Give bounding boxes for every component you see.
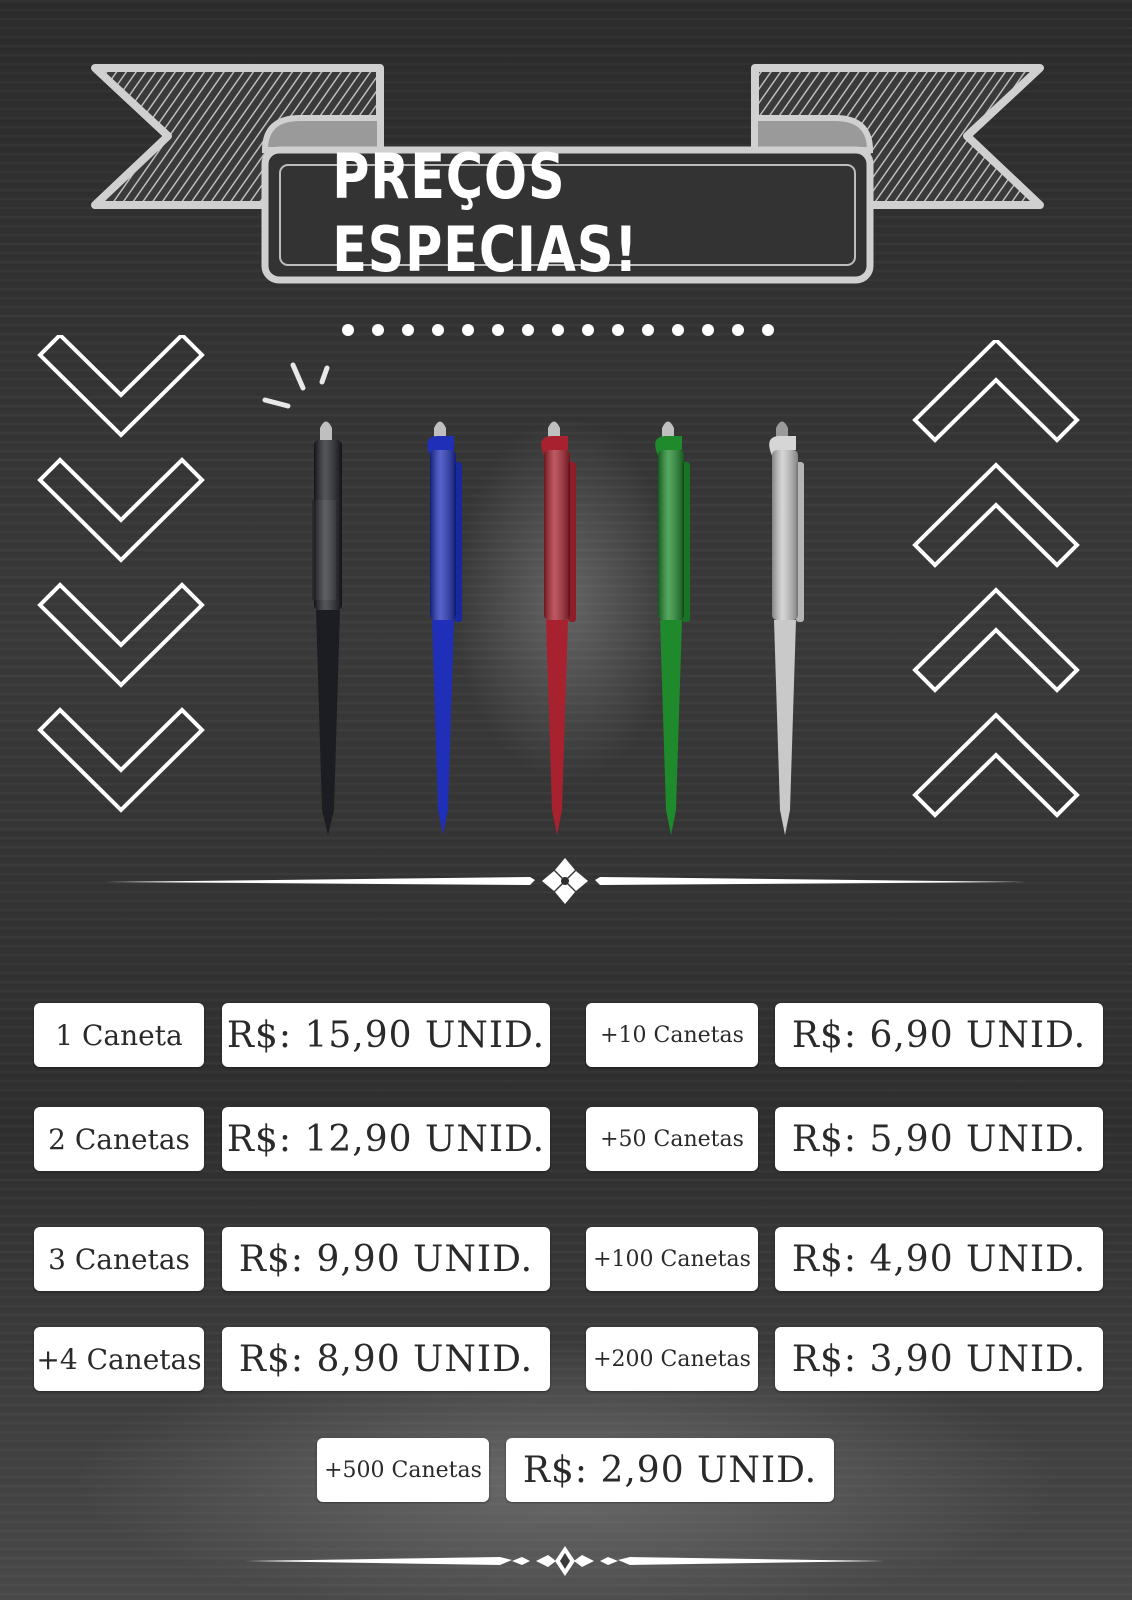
quantity-box: 2 Canetas bbox=[34, 1107, 204, 1171]
quantity-box: +10 Canetas bbox=[586, 1003, 758, 1067]
price-box: R$: 15,90 UNID. bbox=[222, 1003, 550, 1067]
sparkle-icon bbox=[262, 362, 330, 409]
price-box: R$: 9,90 UNID. bbox=[222, 1227, 550, 1291]
quantity-box: +100 Canetas bbox=[586, 1227, 758, 1291]
price-box: R$: 8,90 UNID. bbox=[222, 1327, 550, 1391]
pens-illustration bbox=[312, 421, 804, 835]
ornament-divider bbox=[105, 858, 1025, 904]
quantity-box: 1 Caneta bbox=[34, 1003, 204, 1067]
up-chevrons-icon bbox=[912, 340, 1080, 818]
pen-silver bbox=[769, 421, 804, 835]
quantity-box: +4 Canetas bbox=[34, 1327, 204, 1391]
down-chevrons-icon bbox=[37, 335, 205, 813]
price-box: R$: 2,90 UNID. bbox=[506, 1438, 834, 1502]
pen-black bbox=[312, 421, 342, 835]
pen-green bbox=[655, 421, 690, 835]
price-box: R$: 4,90 UNID. bbox=[775, 1227, 1103, 1291]
quantity-box: +500 Canetas bbox=[317, 1438, 489, 1502]
quantity-box: +200 Canetas bbox=[586, 1327, 758, 1391]
page-title: PREÇOS ESPECIAS! bbox=[332, 140, 639, 286]
pen-red bbox=[541, 421, 576, 835]
price-box: R$: 12,90 UNID. bbox=[222, 1107, 550, 1171]
price-box: R$: 6,90 UNID. bbox=[775, 1003, 1103, 1067]
bottom-ornament-divider bbox=[245, 1546, 885, 1576]
price-box: R$: 3,90 UNID. bbox=[775, 1327, 1103, 1391]
price-box: R$: 5,90 UNID. bbox=[775, 1107, 1103, 1171]
dotted-divider bbox=[342, 324, 774, 336]
pen-blue bbox=[427, 421, 462, 835]
quantity-box: 3 Canetas bbox=[34, 1227, 204, 1291]
quantity-box: +50 Canetas bbox=[586, 1107, 758, 1171]
